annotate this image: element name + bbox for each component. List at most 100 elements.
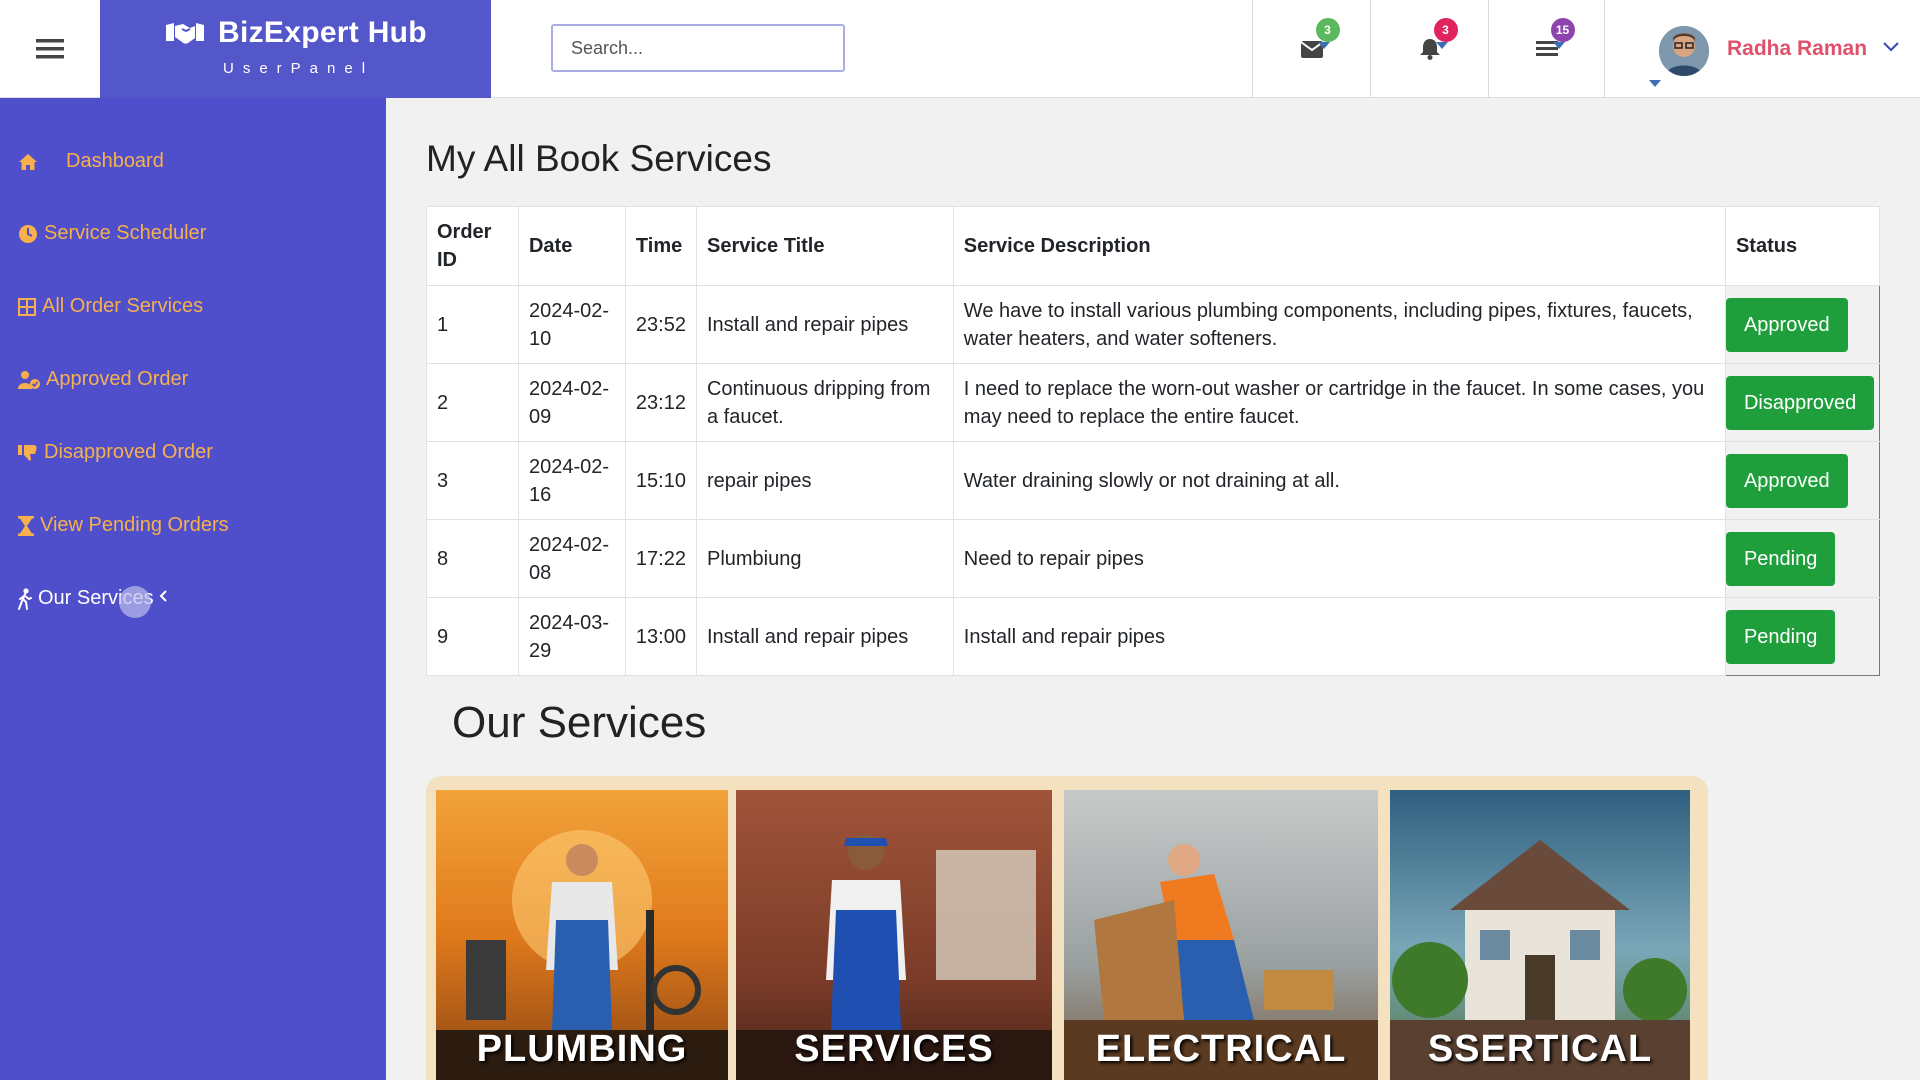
- order-id-cell: 1: [426, 285, 519, 364]
- services-banner: PLUMBING SERVICES ELECTRICAL SSERTICAL: [426, 776, 1708, 1080]
- grid-icon: [18, 297, 36, 316]
- status-button[interactable]: Pending: [1725, 531, 1836, 586]
- walking-person-icon: [18, 587, 32, 610]
- order-id-cell: 3: [426, 441, 519, 520]
- order-id-cell: 8: [426, 519, 519, 598]
- service-title-cell: Continuous dripping from a faucet.: [695, 363, 954, 442]
- main-content: My All Book Services Order ID Date Time …: [386, 98, 1920, 1080]
- sidebar-item-label: Disapproved Order: [44, 441, 213, 463]
- table-row: 3 2024-02-16 15:10 repair pipes Water dr…: [426, 441, 1881, 520]
- status-button[interactable]: Disapproved: [1725, 375, 1875, 430]
- caret-down-icon: [1317, 42, 1330, 49]
- date-cell: 2024-02-09: [517, 363, 626, 442]
- column-header: Order ID: [426, 206, 519, 286]
- search-input[interactable]: [551, 24, 845, 72]
- cursor-indicator: [119, 586, 151, 618]
- sidebar-item-label: Service Scheduler: [44, 222, 207, 244]
- hamburger-icon: [36, 39, 64, 59]
- chevron-left-icon: [159, 589, 167, 602]
- date-cell: 2024-03-29: [517, 597, 626, 676]
- chevron-down-icon: [1883, 42, 1899, 52]
- sidebar-item-label: View Pending Orders: [40, 514, 229, 536]
- caret-down-icon: [1552, 42, 1565, 49]
- status-button[interactable]: Approved: [1725, 297, 1848, 352]
- table-row: 2 2024-02-09 23:12 Continuous dripping f…: [426, 363, 1881, 442]
- sidebar-item-approved-order[interactable]: Approved Order: [18, 368, 188, 391]
- service-description-cell: Need to repair pipes: [952, 519, 1726, 598]
- messages-dropdown[interactable]: 3: [1252, 0, 1370, 98]
- user-name: Radha Raman: [1727, 37, 1868, 60]
- notifications-badge: 3: [1433, 18, 1458, 42]
- table-header-row: Order ID Date Time Service Title Service…: [426, 206, 1881, 286]
- status-button[interactable]: Pending: [1725, 609, 1836, 664]
- time-cell: 23:12: [624, 363, 697, 442]
- service-tile-electrical[interactable]: ELECTRICAL: [1064, 790, 1378, 1080]
- user-menu[interactable]: Radha Raman: [1604, 0, 1920, 98]
- service-tile-plumbing[interactable]: PLUMBING: [436, 790, 728, 1080]
- handshake-icon: [166, 23, 204, 44]
- brand-subtitle: UserPanel: [223, 60, 375, 77]
- service-title-cell: repair pipes: [695, 441, 954, 520]
- notifications-dropdown[interactable]: 3: [1370, 0, 1488, 98]
- service-title-cell: Install and repair pipes: [695, 285, 954, 364]
- time-cell: 17:22: [624, 519, 697, 598]
- time-cell: 15:10: [624, 441, 697, 520]
- sidebar-item-all-order-services[interactable]: All Order Services: [18, 295, 203, 318]
- hourglass-icon: [18, 515, 34, 536]
- status-cell: Approved: [1724, 285, 1881, 364]
- time-cell: 13:00: [624, 597, 697, 676]
- sidebar: Dashboard Service Scheduler All Order Se…: [0, 98, 386, 1080]
- service-tile-label: SSERTICAL: [1427, 1028, 1653, 1070]
- status-cell: Pending: [1724, 519, 1881, 598]
- table-row: 1 2024-02-10 23:52 Install and repair pi…: [426, 285, 1881, 364]
- thumbs-down-icon: [18, 444, 37, 460]
- service-description-cell: Install and repair pipes: [952, 597, 1726, 676]
- status-cell: Approved: [1724, 441, 1881, 520]
- top-navbar: BizExpert Hub UserPanel 3 3: [0, 0, 1920, 98]
- time-cell: 23:52: [624, 285, 697, 364]
- order-id-cell: 9: [426, 597, 519, 676]
- date-cell: 2024-02-08: [517, 519, 626, 598]
- user-check-icon: [18, 370, 40, 389]
- service-description-cell: Water draining slowly or not draining at…: [952, 441, 1726, 520]
- column-header: Status: [1724, 206, 1881, 286]
- service-description-cell: I need to replace the worn-out washer or…: [952, 363, 1726, 442]
- sidebar-item-dashboard[interactable]: Dashboard: [18, 150, 164, 173]
- date-cell: 2024-02-10: [517, 285, 626, 364]
- order-id-cell: 2: [426, 363, 519, 442]
- service-tile-label: PLUMBING: [476, 1028, 688, 1070]
- caret-down-icon: [1649, 80, 1661, 87]
- sidebar-item-service-scheduler[interactable]: Service Scheduler: [18, 222, 206, 245]
- service-title-cell: Install and repair pipes: [695, 597, 954, 676]
- services-table: Order ID Date Time Service Title Service…: [426, 206, 1881, 676]
- messages-badge: 3: [1315, 18, 1340, 42]
- service-tile-ssertical[interactable]: SSERTICAL: [1390, 790, 1690, 1080]
- table-row: 8 2024-02-08 17:22 Plumbiung Need to rep…: [426, 519, 1881, 598]
- sidebar-item-view-pending-orders[interactable]: View Pending Orders: [18, 514, 229, 537]
- home-icon: [19, 153, 37, 170]
- brand-block[interactable]: BizExpert Hub UserPanel: [100, 0, 491, 98]
- column-header: Date: [517, 206, 626, 286]
- column-header: Time: [624, 206, 697, 286]
- service-tile-services[interactable]: SERVICES: [736, 790, 1052, 1080]
- sidebar-item-disapproved-order[interactable]: Disapproved Order: [18, 441, 213, 464]
- service-title-cell: Plumbiung: [695, 519, 954, 598]
- table-row: 9 2024-03-29 13:00 Install and repair pi…: [426, 597, 1881, 676]
- service-tile-label: ELECTRICAL: [1095, 1028, 1347, 1070]
- tasks-badge: 15: [1550, 18, 1575, 42]
- service-tile-label: SERVICES: [794, 1028, 994, 1070]
- sidebar-item-label: Approved Order: [46, 368, 189, 390]
- caret-down-icon: [1435, 42, 1448, 49]
- column-header: Service Title: [695, 206, 954, 286]
- status-cell: Pending: [1724, 597, 1881, 676]
- sidebar-item-label: Dashboard: [66, 150, 164, 172]
- avatar: [1659, 26, 1709, 76]
- date-cell: 2024-02-16: [517, 441, 626, 520]
- service-description-cell: We have to install various plumbing comp…: [952, 285, 1726, 364]
- tasks-dropdown[interactable]: 15: [1488, 0, 1604, 98]
- status-button[interactable]: Approved: [1725, 453, 1848, 508]
- status-cell: Disapproved: [1724, 363, 1881, 442]
- clock-icon: [19, 224, 37, 243]
- column-header: Service Description: [952, 206, 1726, 286]
- menu-toggle-button[interactable]: [0, 0, 100, 98]
